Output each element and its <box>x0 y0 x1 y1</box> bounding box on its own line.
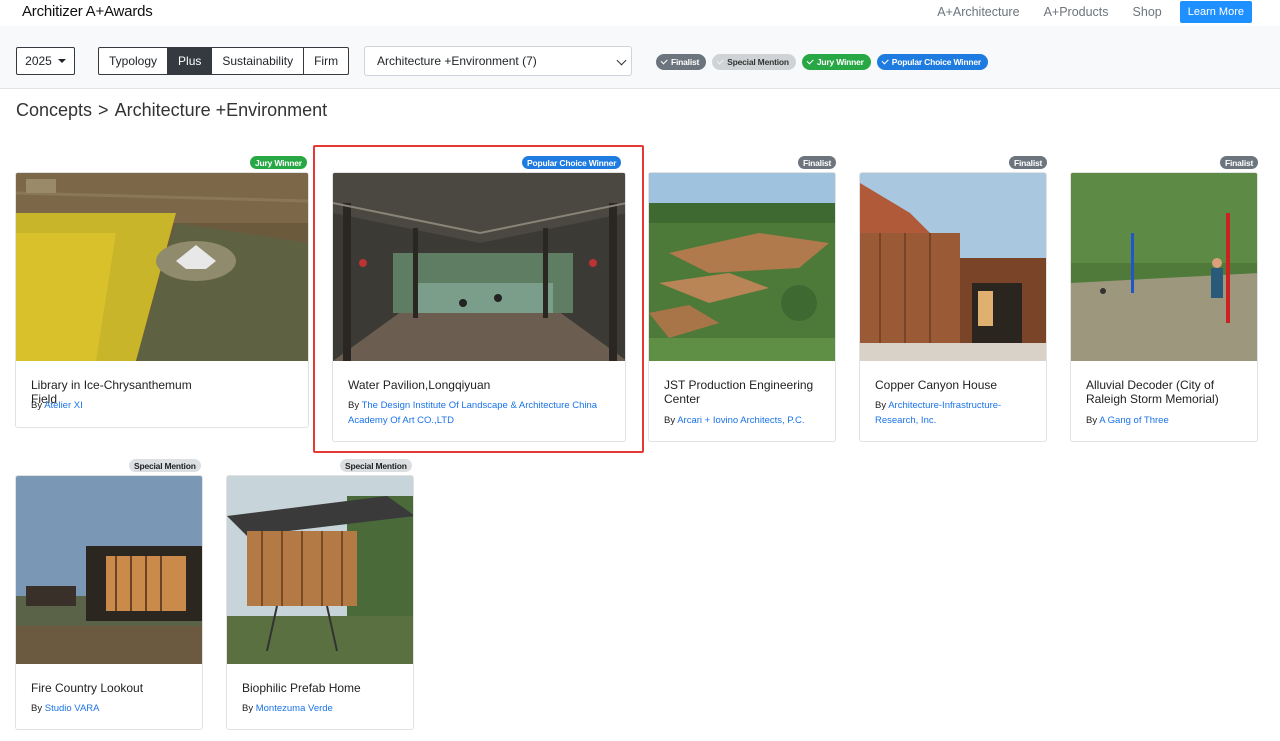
chip-popular-choice[interactable]: Popular Choice Winner <box>876 54 988 70</box>
chevron-down-icon <box>616 55 627 66</box>
breadcrumb-separator: > <box>98 100 109 120</box>
award-badge: Special Mention <box>129 459 201 472</box>
project-byline: By Architecture-Infrastructure-Research,… <box>875 398 1040 428</box>
firm-link[interactable]: Architecture-Infrastructure-Research, In… <box>875 400 1001 426</box>
nav-link-architecture[interactable]: A+Architecture <box>937 5 1019 19</box>
check-icon <box>806 57 814 65</box>
project-image[interactable] <box>227 476 413 664</box>
award-badge: Finalist <box>1009 156 1048 169</box>
chip-finalist[interactable]: Finalist <box>656 54 707 70</box>
project-title[interactable]: Copper Canyon House <box>875 378 1040 392</box>
by-label: By <box>875 400 889 411</box>
project-card[interactable]: JST Production Engineering Center By Arc… <box>648 172 836 442</box>
firm-link[interactable]: Montezuma Verde <box>256 703 333 714</box>
chip-special-mention[interactable]: Special Mention <box>712 54 796 70</box>
top-navbar: Architizer A+Awards A+Architecture A+Pro… <box>0 0 1280 26</box>
project-byline: By Montezuma Verde <box>242 701 407 716</box>
award-filter-chips: Finalist Special Mention Jury Winner Pop… <box>656 54 988 70</box>
project-title[interactable]: JST Production Engineering Center <box>664 378 829 406</box>
year-dropdown[interactable]: 2025 <box>16 47 75 75</box>
category-select-value: Architecture +Environment (7) <box>377 54 537 68</box>
project-card[interactable]: Alluvial Decoder (City of Raleigh Storm … <box>1070 172 1258 442</box>
project-image[interactable] <box>649 173 835 361</box>
project-byline: By A Gang of Three <box>1086 413 1251 428</box>
by-label: By <box>31 703 45 714</box>
breadcrumb-current: Architecture +Environment <box>114 100 328 120</box>
project-byline: By Studio VARA <box>31 701 196 716</box>
segment-sustainability[interactable]: Sustainability <box>211 48 303 74</box>
project-image[interactable] <box>860 173 1046 361</box>
award-badge: Finalist <box>798 156 837 169</box>
architizer-logo[interactable]: Architizer A+Awards <box>22 3 153 20</box>
project-image[interactable] <box>16 476 202 664</box>
project-image[interactable] <box>16 173 308 361</box>
typology-segmented-control: Typology Plus Sustainability Firm <box>98 47 350 75</box>
by-label: By <box>1086 415 1100 426</box>
project-title[interactable]: Biophilic Prefab Home <box>242 681 407 695</box>
project-card[interactable]: Copper Canyon House By Architecture-Infr… <box>859 172 1047 442</box>
check-icon <box>881 57 889 65</box>
project-byline: By Arcari + Iovino Architects, P.C. <box>664 413 829 428</box>
by-label: By <box>242 703 256 714</box>
chip-jury-winner[interactable]: Jury Winner <box>801 54 871 70</box>
award-badge: Finalist <box>1220 156 1259 169</box>
firm-link[interactable]: Arcari + Iovino Architects, P.C. <box>677 415 804 426</box>
project-byline: By Atelier XI <box>31 398 196 413</box>
firm-link[interactable]: A Gang of Three <box>1099 415 1169 426</box>
segment-firm[interactable]: Firm <box>303 48 348 74</box>
by-label: By <box>31 400 45 411</box>
project-card[interactable]: Fire Country Lookout By Studio VARA <box>15 475 203 730</box>
breadcrumb: Concepts > Architecture +Environment <box>16 100 333 121</box>
learn-more-button[interactable]: Learn More <box>1179 1 1252 23</box>
firm-link[interactable]: Studio VARA <box>45 703 100 714</box>
filter-bar: 2025 Typology Plus Sustainability Firm A… <box>0 26 1280 89</box>
chip-label: Popular Choice Winner <box>891 57 981 67</box>
chip-label: Special Mention <box>727 57 789 67</box>
check-icon <box>660 57 668 65</box>
logo-awards: A+Awards <box>82 3 153 20</box>
logo-wordmark: Architizer <box>22 3 83 20</box>
segment-plus[interactable]: Plus <box>167 48 212 74</box>
category-select[interactable]: Architecture +Environment (7) <box>364 46 632 76</box>
project-card[interactable]: Biophilic Prefab Home By Montezuma Verde <box>226 475 414 730</box>
project-card[interactable]: Library in Ice-Chrysanthemum Field By At… <box>15 172 309 428</box>
nav-links: A+Architecture A+Products Shop Learn Mor… <box>913 0 1280 24</box>
award-badge: Jury Winner <box>250 156 307 169</box>
nav-link-products[interactable]: A+Products <box>1044 5 1109 19</box>
selection-highlight-box <box>313 145 644 453</box>
project-title[interactable]: Alluvial Decoder (City of Raleigh Storm … <box>1086 378 1251 406</box>
chip-label: Jury Winner <box>816 57 864 67</box>
by-label: By <box>664 415 678 426</box>
nav-link-shop[interactable]: Shop <box>1133 5 1162 19</box>
firm-link[interactable]: Atelier XI <box>44 400 83 411</box>
award-badge: Special Mention <box>340 459 412 472</box>
project-title[interactable]: Fire Country Lookout <box>31 681 196 695</box>
project-image[interactable] <box>1071 173 1257 361</box>
caret-down-icon <box>57 59 66 63</box>
check-icon <box>716 57 724 65</box>
breadcrumb-parent[interactable]: Concepts <box>16 100 92 120</box>
chip-label: Finalist <box>671 57 700 67</box>
year-value: 2025 <box>25 54 52 68</box>
segment-typology[interactable]: Typology <box>99 48 167 74</box>
